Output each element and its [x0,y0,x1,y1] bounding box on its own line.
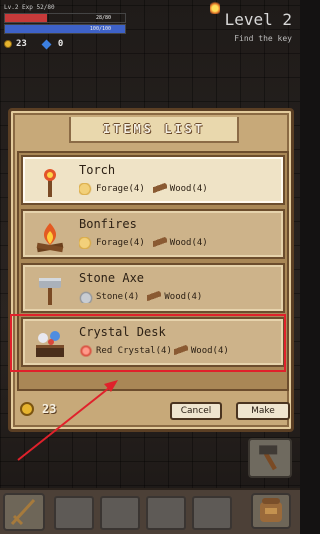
coin-icon [20,402,34,416]
player-hud: Lv.2 Exp 52/80 28/80 100/100 23 0 [4,4,130,49]
item-name: Stone Axe [79,271,145,285]
make-button[interactable]: Make [236,402,290,420]
hp-bar: 28/80 [4,13,126,23]
requirement-label: Wood(4) [164,292,203,302]
list-item-stone-axe[interactable]: Stone Axe Stone(4) Wood(4) [21,263,285,313]
list-item-torch[interactable]: Torch Forage(4) Wood(4) [21,155,285,205]
requirement: Forage(4) [79,237,145,249]
requirement-label: Forage(4) [96,238,145,248]
requirement: Wood(4) [152,237,208,249]
items-list-panel: ITEMS LIST Torch Forage(4) Wood(4) Bonfi… [8,108,294,432]
level-exp-text: Lv.2 Exp 52/80 [4,4,55,11]
backpack-icon[interactable] [250,492,292,530]
coin-count: 23 [16,39,27,49]
requirement-label: Wood(4) [169,238,208,248]
torch-icon [44,169,56,197]
panel-title: ITEMS LIST [69,117,239,143]
level-title: Level 2 [224,10,292,29]
selection-highlight [10,314,286,372]
inventory-slot[interactable] [54,496,94,530]
requirements: Forage(4) Wood(4) [79,237,216,249]
hp-bar-fill [5,14,47,22]
gem-icon [41,39,52,49]
requirements: Stone(4) Wood(4) [79,291,210,303]
coin-icon [4,40,12,48]
requirement: Wood(4) [152,183,208,195]
level-objective: Find the key [234,34,292,43]
hp-text: 28/80 [95,15,111,21]
inventory-slot[interactable] [192,496,232,530]
inventory-slot[interactable] [146,496,186,530]
wood-icon [152,237,167,249]
wall-torch-icon [210,0,220,14]
requirement: Wood(4) [147,291,202,303]
stone-axe-icon [39,278,61,305]
forage-icon [79,183,93,195]
mp-text: 100/100 [89,26,111,32]
wood-icon [152,183,167,195]
mp-bar: 100/100 [4,24,126,34]
item-name: Bonfires [79,217,137,231]
list-item-bonfires[interactable]: Bonfires Forage(4) Wood(4) [21,209,285,259]
item-name: Torch [79,163,116,177]
requirement-label: Stone(4) [96,292,140,302]
wood-icon [147,291,162,303]
equipped-tool-slot[interactable] [248,438,292,478]
hammer-icon [259,445,278,471]
requirement-label: Wood(4) [169,184,208,194]
bonfire-icon [36,223,64,253]
stone-icon [79,291,93,303]
gem-count: 0 [57,39,64,49]
inventory-slot[interactable] [100,496,140,530]
requirement-label: Forage(4) [96,184,145,194]
forage-icon [79,237,93,249]
requirements: Forage(4) Wood(4) [79,183,216,195]
cancel-button[interactable]: Cancel [170,402,222,420]
requirement: Stone(4) [79,291,139,303]
currency-row: 23 0 [4,39,130,49]
panel-coin-count: 23 [42,402,57,416]
sword-slot-icon[interactable] [2,492,46,532]
requirement: Forage(4) [79,183,145,195]
